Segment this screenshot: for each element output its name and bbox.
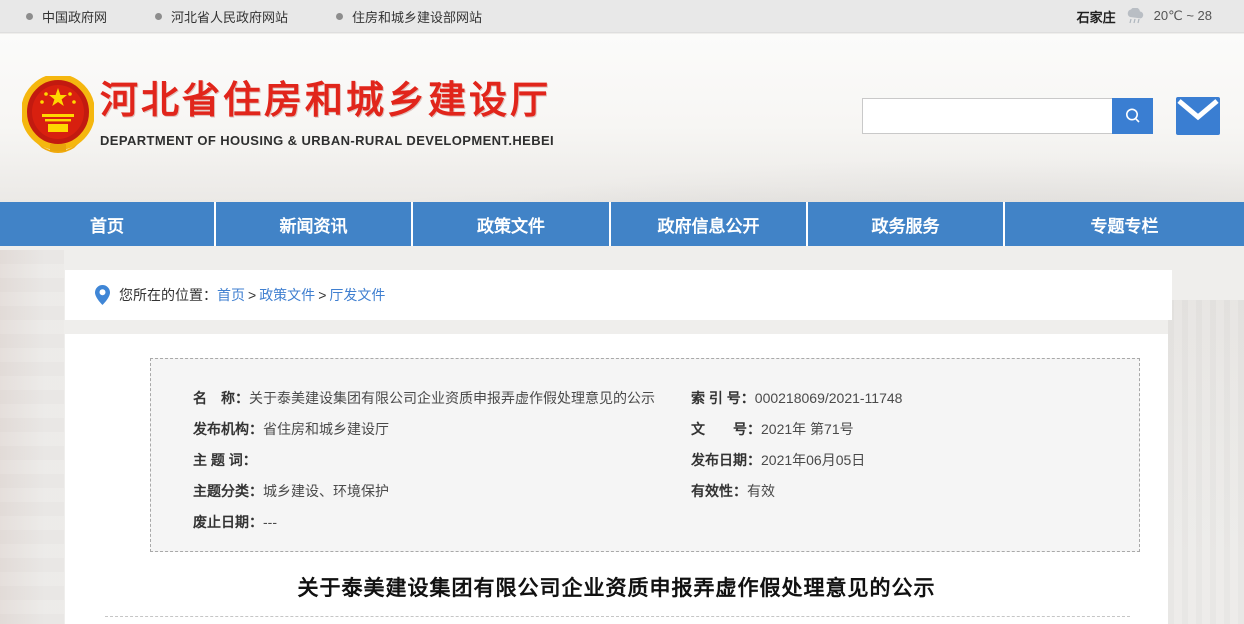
site-subtitle-en: DEPARTMENT OF HOUSING & URBAN-RURAL DEVE… bbox=[100, 133, 554, 148]
nav-item-policy-docs[interactable]: 政策文件 bbox=[413, 202, 611, 246]
meta-value: 省住房和城乡建设厅 bbox=[263, 421, 389, 437]
background-art-right bbox=[1168, 300, 1244, 624]
bullet-icon bbox=[336, 13, 343, 20]
bullet-icon bbox=[26, 13, 33, 20]
top-link-bar: 中国政府网 河北省人民政府网站 住房和城乡建设部网站 石家庄 20℃ ~ 28 bbox=[0, 0, 1244, 33]
meta-row-issuer: 发布机构：省住房和城乡建设厅 bbox=[193, 414, 655, 445]
meta-row-validity: 有效性：有效 bbox=[691, 476, 902, 507]
meta-row-index-number: 索 引 号：000218069/2021-11748 bbox=[691, 383, 902, 414]
toplink-china-gov[interactable]: 中国政府网 bbox=[26, 7, 107, 26]
nav-item-label: 专题专栏 bbox=[1091, 212, 1159, 237]
toplink-label: 住房和城乡建设部网站 bbox=[352, 7, 482, 26]
toplink-hebei-gov[interactable]: 河北省人民政府网站 bbox=[155, 7, 288, 26]
national-emblem-icon bbox=[22, 76, 94, 156]
meta-value: 有效 bbox=[747, 483, 775, 499]
metadata-right-column: 索 引 号：000218069/2021-11748 文 号：2021年 第71… bbox=[691, 383, 902, 507]
meta-row-category: 主题分类：城乡建设、环境保护 bbox=[193, 476, 655, 507]
metadata-left-column: 名 称：关于泰美建设集团有限公司企业资质申报弄虚作假处理意见的公示 发布机构：省… bbox=[193, 383, 655, 538]
meta-value: 城乡建设、环境保护 bbox=[263, 483, 389, 499]
meta-label: 索 引 号： bbox=[691, 390, 755, 406]
rain-cloud-icon bbox=[1125, 8, 1145, 24]
meta-label: 发布日期： bbox=[691, 452, 761, 468]
nav-item-label: 政策文件 bbox=[477, 212, 545, 237]
nav-item-news[interactable]: 新闻资讯 bbox=[216, 202, 413, 246]
search-input[interactable] bbox=[862, 98, 1112, 134]
meta-row-repeal-date: 废止日期：--- bbox=[193, 507, 655, 538]
nav-item-label: 新闻资讯 bbox=[280, 212, 348, 237]
search-button[interactable] bbox=[1112, 98, 1153, 134]
meta-label: 名 称： bbox=[193, 390, 249, 406]
site-search bbox=[862, 98, 1153, 134]
weather-city: 石家庄 bbox=[1077, 7, 1116, 26]
meta-label: 主 题 词： bbox=[193, 452, 257, 468]
weather-temp: 20℃ ~ 28 bbox=[1154, 8, 1212, 24]
meta-row-doc-number: 文 号：2021年 第71号 bbox=[691, 414, 902, 445]
breadcrumb-prefix: 您所在的位置： bbox=[119, 285, 217, 305]
nav-item-special-columns[interactable]: 专题专栏 bbox=[1005, 202, 1244, 246]
mail-icon-button[interactable] bbox=[1176, 97, 1220, 135]
site-title: 河北省住房和城乡建设厅 bbox=[100, 78, 554, 124]
meta-label: 有效性： bbox=[691, 483, 747, 499]
nav-item-label: 政务服务 bbox=[872, 212, 940, 237]
breadcrumb-link-home[interactable]: 首页 bbox=[217, 285, 245, 305]
national-emblem-logo bbox=[22, 76, 94, 156]
meta-value: 000218069/2021-11748 bbox=[755, 390, 903, 406]
title-divider bbox=[105, 616, 1130, 617]
nav-item-label: 政府信息公开 bbox=[658, 212, 760, 237]
meta-value: 关于泰美建设集团有限公司企业资质申报弄虚作假处理意见的公示 bbox=[249, 390, 655, 406]
breadcrumb-separator: > bbox=[248, 287, 256, 303]
envelope-icon bbox=[1176, 97, 1220, 135]
meta-label: 文 号： bbox=[691, 421, 761, 437]
meta-row-publish-date: 发布日期：2021年06月05日 bbox=[691, 445, 902, 476]
bullet-icon bbox=[155, 13, 162, 20]
breadcrumb: 您所在的位置： 首页 > 政策文件 > 厅发文件 bbox=[65, 270, 1172, 320]
meta-row-name: 名 称：关于泰美建设集团有限公司企业资质申报弄虚作假处理意见的公示 bbox=[193, 383, 655, 414]
search-icon bbox=[1123, 106, 1143, 126]
meta-value: 2021年06月05日 bbox=[761, 452, 865, 468]
nav-item-label: 首页 bbox=[90, 212, 124, 237]
weather-widget: 石家庄 20℃ ~ 28 bbox=[1077, 7, 1218, 26]
meta-value: 2021年 第71号 bbox=[761, 421, 854, 437]
masthead: 河北省住房和城乡建设厅 DEPARTMENT OF HOUSING & URBA… bbox=[0, 34, 1244, 202]
meta-label: 主题分类： bbox=[193, 483, 263, 499]
document-metadata-box: 名 称：关于泰美建设集团有限公司企业资质申报弄虚作假处理意见的公示 发布机构：省… bbox=[150, 358, 1140, 552]
breadcrumb-separator: > bbox=[318, 287, 326, 303]
nav-item-home[interactable]: 首页 bbox=[0, 202, 216, 246]
toplink-label: 河北省人民政府网站 bbox=[171, 7, 288, 26]
meta-label: 发布机构： bbox=[193, 421, 263, 437]
government-links: 中国政府网 河北省人民政府网站 住房和城乡建设部网站 bbox=[26, 7, 482, 26]
content-panel: 名 称：关于泰美建设集团有限公司企业资质申报弄虚作假处理意见的公示 发布机构：省… bbox=[65, 334, 1168, 624]
meta-row-keywords: 主 题 词： bbox=[193, 445, 655, 476]
primary-nav: 首页 新闻资讯 政策文件 政府信息公开 政务服务 专题专栏 bbox=[0, 202, 1244, 246]
document-title: 关于泰美建设集团有限公司企业资质申报弄虚作假处理意见的公示 bbox=[65, 572, 1168, 602]
meta-value: --- bbox=[263, 514, 277, 530]
nav-item-gov-info[interactable]: 政府信息公开 bbox=[611, 202, 808, 246]
meta-label: 废止日期： bbox=[193, 514, 263, 530]
breadcrumb-link-dept-docs[interactable]: 厅发文件 bbox=[329, 285, 385, 305]
site-identity: 河北省住房和城乡建设厅 DEPARTMENT OF HOUSING & URBA… bbox=[100, 78, 554, 148]
breadcrumb-link-policy[interactable]: 政策文件 bbox=[259, 285, 315, 305]
location-pin-icon bbox=[95, 285, 110, 305]
toplink-label: 中国政府网 bbox=[42, 7, 107, 26]
toplink-mohurd[interactable]: 住房和城乡建设部网站 bbox=[336, 7, 482, 26]
background-art-left bbox=[0, 250, 64, 624]
nav-item-services[interactable]: 政务服务 bbox=[808, 202, 1005, 246]
